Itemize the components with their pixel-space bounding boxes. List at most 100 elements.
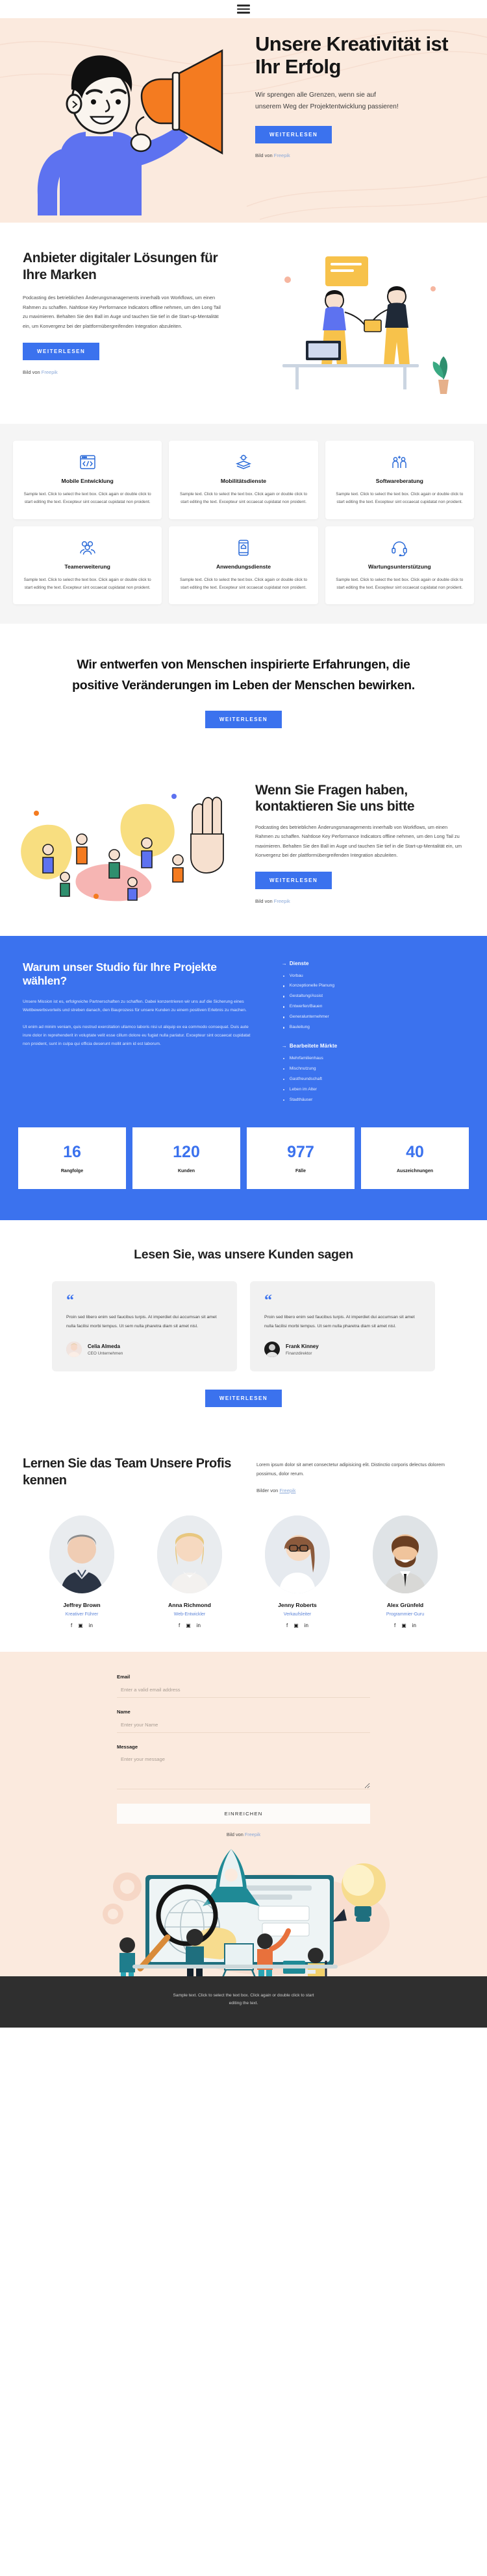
hamburger-menu-icon[interactable] [237, 3, 250, 16]
team-header-left: Lernen Sie das Team Unsere Profis kennen [23, 1455, 244, 1493]
consulting-people-icon [334, 452, 465, 472]
team-image-credit: Bilder von Freepik [256, 1488, 464, 1493]
team-title: Lernen Sie das Team Unsere Profis kennen [23, 1456, 231, 1488]
testimonials-cta-wrap: WEITERLESEN [0, 1390, 487, 1408]
credit-link-freepik[interactable]: Freepik [42, 369, 58, 375]
service-card[interactable]: Teamerweiterung Sample text. Click to se… [13, 526, 162, 605]
instagram-icon[interactable]: ▣ [401, 1623, 406, 1628]
service-card[interactable]: Softwareberatung Sample text. Click to s… [325, 441, 474, 519]
list-item: Konzeptionelle Planung [282, 983, 464, 988]
testimonial-text: Proin sed libero enim sed faucibus turpi… [66, 1315, 217, 1329]
instagram-icon[interactable]: ▣ [186, 1623, 191, 1628]
member-photo [373, 1515, 438, 1593]
contact-cta-read-more-button[interactable]: WEITERLESEN [255, 871, 332, 889]
services-list-title: → Dienste [282, 961, 464, 966]
credit-link-freepik[interactable]: Freepik [274, 898, 290, 904]
services-section: Mobile Entwicklung Sample text. Click to… [0, 424, 487, 624]
testimonial-author: Celia Almeda CEO Unternehmen [66, 1342, 223, 1358]
list-item: Bauleitung [282, 1025, 464, 1030]
hero-title: Unsere Kreativität ist Ihr Erfolg [255, 32, 449, 79]
team-grid: Jeffrey Brown Kreativer Führer f ▣ in An… [0, 1515, 487, 1628]
design-statement-section: Wir entwerfen von Menschen inspirierte E… [0, 624, 487, 757]
service-title: Mobilitätsdienste [220, 478, 267, 484]
linkedin-icon[interactable]: in [412, 1623, 416, 1628]
instagram-icon[interactable]: ▣ [78, 1623, 83, 1628]
contact-form-section: Email Name Message EINREICHEN Bild von F… [0, 1651, 487, 1976]
team-member-card: Jeffrey Brown Kreativer Führer f ▣ in [32, 1515, 131, 1628]
member-photo [157, 1515, 222, 1593]
service-title: Mobile Entwicklung [61, 478, 114, 484]
testimonial-author-role: CEO Unternehmen [88, 1351, 123, 1356]
instagram-icon[interactable]: ▣ [293, 1623, 299, 1628]
credit-prefix: Bild von [23, 369, 42, 375]
arrow-right-icon: → [281, 1042, 287, 1049]
arrow-right-icon: → [281, 960, 287, 966]
linkedin-icon[interactable]: in [89, 1623, 93, 1628]
why-studio-text-column: Warum unser Studio für Ihre Projekte wäh… [23, 961, 270, 1116]
digital-solutions-read-more-button[interactable]: WEITERLESEN [23, 342, 100, 360]
service-card[interactable]: Mobilitätsdienste Sample text. Click to … [169, 441, 318, 519]
credit-link-freepik[interactable]: Freepik [279, 1488, 295, 1493]
credit-prefix: Bild von [255, 898, 274, 904]
stat-number: 977 [287, 1142, 314, 1161]
code-window-icon [22, 452, 153, 472]
stat-label: Auszeichnungen [396, 1168, 433, 1173]
facebook-icon[interactable]: f [179, 1623, 180, 1628]
page-root: Unsere Kreativität ist Ihr Erfolg Wir sp… [0, 0, 487, 2028]
hero-read-more-button[interactable]: WEITERLESEN [255, 125, 332, 143]
stat-number: 40 [406, 1142, 424, 1161]
service-card[interactable]: Anwendungsdienste Sample text. Click to … [169, 526, 318, 605]
stat-card: 40 Auszeichnungen [361, 1127, 469, 1189]
statement-read-more-button[interactable]: WEITERLESEN [205, 710, 282, 728]
stat-label: Fälle [295, 1168, 306, 1173]
member-role: Programmier-Guru [386, 1612, 425, 1617]
why-studio-section: Warum unser Studio für Ihre Projekte wäh… [0, 935, 487, 1220]
list-item: Generalunternehmer [282, 1014, 464, 1020]
service-card[interactable]: Wartungsunterstützung Sample text. Click… [325, 526, 474, 605]
testimonials-read-more-button[interactable]: WEITERLESEN [205, 1390, 282, 1408]
submit-button[interactable]: EINREICHEN [117, 1803, 370, 1824]
hero-subtitle: Wir sprengen alle Grenzen, wenn sie auf … [255, 91, 399, 110]
service-card[interactable]: Mobile Entwicklung Sample text. Click to… [13, 441, 162, 519]
digital-solutions-title: Anbieter digitaler Lösungen für Ihre Mar… [23, 251, 218, 282]
contact-cta-title: Wenn Sie Fragen haben, kontaktieren Sie … [255, 782, 415, 814]
linkedin-icon[interactable]: in [197, 1623, 201, 1628]
testimonial-author-name: Celia Almeda [88, 1343, 120, 1349]
team-member-card: Jenny Roberts Verkaufsleiter f ▣ in [248, 1515, 347, 1628]
team-group-icon [22, 538, 153, 558]
service-description: Sample text. Click to select the text bo… [23, 577, 151, 590]
service-title: Softwareberatung [375, 478, 423, 484]
footer-illustration-wrap [0, 1846, 487, 1976]
contact-cta-body: Podcasting des betrieblichen Änderungsma… [255, 824, 462, 859]
facebook-icon[interactable]: f [71, 1623, 72, 1628]
service-description: Sample text. Click to select the text bo… [23, 492, 151, 504]
why-studio-title: Warum unser Studio für Ihre Projekte wäh… [23, 960, 217, 988]
member-socials: f ▣ in [356, 1623, 455, 1628]
facebook-icon[interactable]: f [286, 1623, 288, 1628]
list-item: Gastfreundschaft [282, 1077, 464, 1082]
stat-number: 120 [173, 1142, 200, 1161]
team-member-card: Alex Grünfeld Programmier-Guru f ▣ in [356, 1515, 455, 1628]
list-item: Stadthäuser [282, 1098, 464, 1103]
name-input[interactable] [117, 1718, 370, 1733]
facebook-icon[interactable]: f [394, 1623, 395, 1628]
why-studio-paragraph-2: Ut enim ad minim veniam, quis nostrud ex… [23, 1024, 251, 1047]
site-footer: Sample text. Click to select the text bo… [0, 1976, 487, 2028]
list-item: Leben im Alter [282, 1087, 464, 1092]
member-socials: f ▣ in [248, 1623, 347, 1628]
headset-support-icon [334, 538, 465, 558]
credit-prefix: Bilder von [256, 1487, 280, 1493]
message-textarea[interactable] [117, 1752, 370, 1789]
service-title: Wartungsunterstützung [368, 563, 431, 570]
markets-list-label: Bearbeitete Märkte [289, 1042, 338, 1049]
credit-link-freepik[interactable]: Freepik [274, 153, 290, 158]
service-description: Sample text. Click to select the text bo… [179, 492, 308, 504]
list-item: Vorbau [282, 974, 464, 979]
why-studio-lists-column: → Dienste Vorbau Konzeptionelle Planung G… [270, 961, 464, 1116]
layers-gear-icon [178, 452, 308, 472]
linkedin-icon[interactable]: in [305, 1623, 308, 1628]
email-input[interactable] [117, 1683, 370, 1698]
testimonial-author-name: Frank Kinney [286, 1343, 319, 1349]
credit-link-freepik[interactable]: Freepik [245, 1832, 260, 1837]
testimonial-card: “ Proin sed libero enim sed faucibus tur… [52, 1281, 237, 1372]
